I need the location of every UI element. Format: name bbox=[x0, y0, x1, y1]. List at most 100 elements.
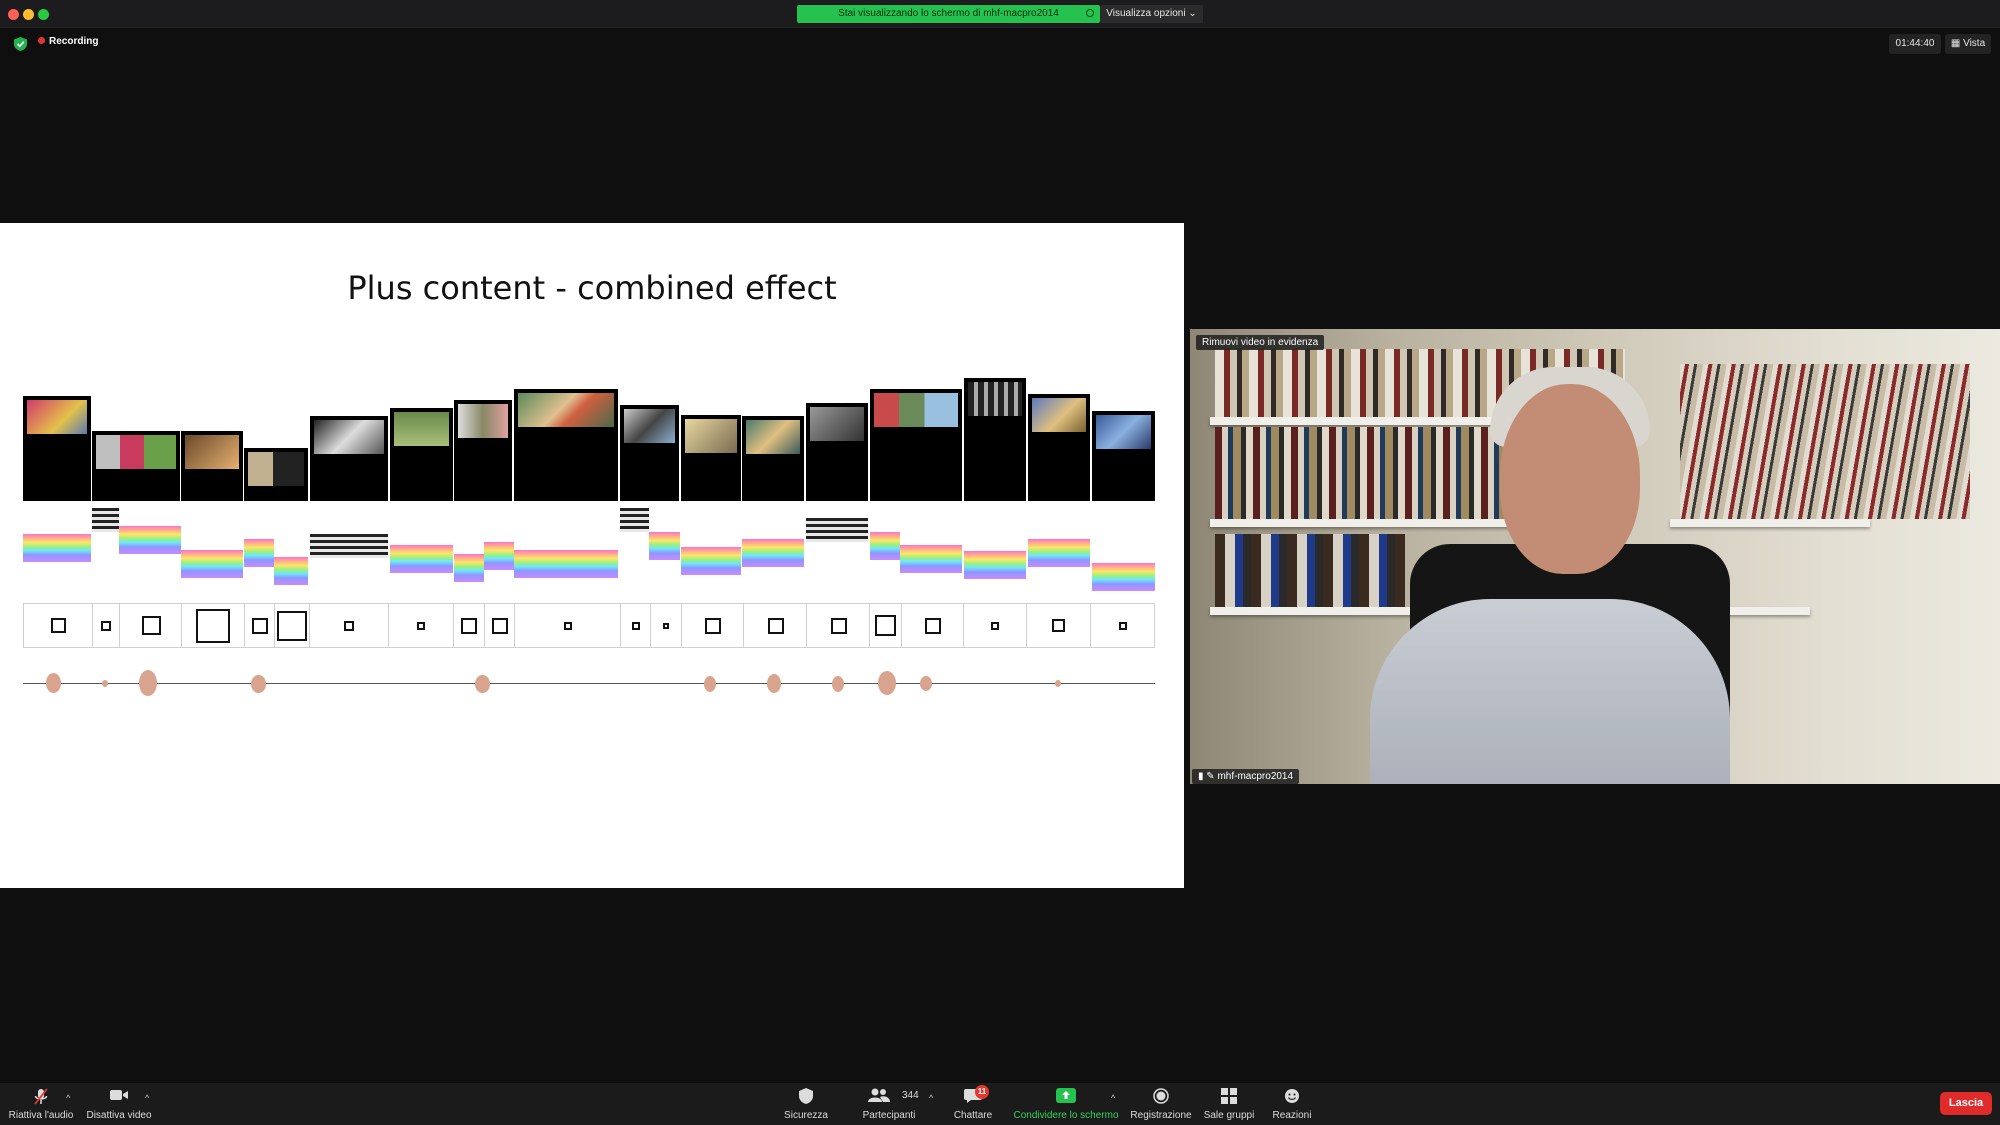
square-cell bbox=[182, 604, 245, 647]
color-step bbox=[454, 554, 484, 582]
film-frame bbox=[1092, 411, 1155, 501]
square-cell bbox=[651, 604, 682, 647]
unmute-button[interactable]: Riattiva l'audio bbox=[4, 1083, 78, 1125]
close-window-icon[interactable] bbox=[8, 9, 19, 20]
participants-options-chevron-icon[interactable]: ^ bbox=[929, 1093, 933, 1103]
slide-title: Plus content - combined effect bbox=[347, 269, 837, 307]
film-frame bbox=[1028, 394, 1090, 501]
square-cell bbox=[902, 604, 964, 647]
share-screen-label: Condividere lo schermo bbox=[1013, 1110, 1119, 1121]
film-frame bbox=[806, 403, 868, 501]
color-step bbox=[390, 545, 453, 573]
film-frame bbox=[390, 408, 453, 501]
square-cell bbox=[870, 604, 902, 647]
encryption-shield-icon[interactable] bbox=[14, 37, 27, 51]
breakout-rooms-label: Sale gruppi bbox=[1203, 1110, 1255, 1121]
minimize-window-icon[interactable] bbox=[23, 9, 34, 20]
books-right bbox=[1680, 364, 1970, 519]
square-cell bbox=[964, 604, 1027, 647]
film-frame bbox=[620, 405, 679, 501]
color-step bbox=[964, 551, 1026, 579]
meeting-toolbar: Riattiva l'audio ^ Disattiva video ^ Sic… bbox=[0, 1083, 2000, 1125]
breakout-rooms-button[interactable]: Sale gruppi bbox=[1202, 1083, 1256, 1125]
film-frame bbox=[514, 389, 618, 501]
timeline-line bbox=[23, 683, 1155, 684]
color-step bbox=[1092, 563, 1155, 591]
square-cell bbox=[454, 604, 485, 647]
film-frame bbox=[964, 378, 1026, 501]
recording-indicator[interactable]: Recording bbox=[38, 36, 98, 47]
participants-label: Partecipanti bbox=[862, 1110, 916, 1121]
participant-name: mhf-macpro2014 bbox=[1217, 771, 1294, 782]
grey-step bbox=[620, 508, 649, 532]
pin-icon: ✎ bbox=[1206, 771, 1215, 782]
unmute-label: Riattiva l'audio bbox=[8, 1110, 74, 1121]
breakout-rooms-icon bbox=[1221, 1088, 1237, 1104]
color-step bbox=[514, 550, 618, 578]
squares-row bbox=[23, 603, 1155, 648]
leave-meeting-button[interactable]: Lascia bbox=[1940, 1092, 1992, 1115]
ellipse-marker bbox=[251, 675, 266, 693]
color-step bbox=[244, 539, 274, 567]
screen-share-banner: Stai visualizzando lo schermo di mhf-mac… bbox=[797, 5, 1100, 23]
participants-button[interactable]: 344 Partecipanti bbox=[856, 1083, 922, 1125]
square-cell bbox=[485, 604, 515, 647]
stop-video-button[interactable]: Disattiva video bbox=[82, 1083, 156, 1125]
chat-button[interactable]: 11 Chattare bbox=[948, 1083, 998, 1125]
share-screen-button[interactable]: Condividere lo schermo bbox=[1010, 1083, 1122, 1125]
shared-screen-slide: Plus content - combined effect bbox=[0, 223, 1184, 888]
stop-video-label: Disattiva video bbox=[86, 1110, 152, 1121]
share-options-chevron-icon[interactable]: ^ bbox=[1111, 1093, 1115, 1103]
film-frame bbox=[181, 431, 243, 501]
participant-name-tag: ▮ ✎ mhf-macpro2014 bbox=[1192, 769, 1300, 784]
speaker-shirt bbox=[1370, 599, 1730, 784]
grey-step bbox=[310, 534, 388, 558]
square-cell bbox=[621, 604, 651, 647]
film-frame bbox=[92, 431, 180, 501]
smiley-reaction-icon bbox=[1285, 1089, 1299, 1103]
color-step bbox=[742, 539, 804, 567]
audio-options-chevron-icon[interactable]: ^ bbox=[66, 1093, 70, 1103]
chat-label: Chattare bbox=[953, 1110, 993, 1121]
ellipse-marker bbox=[704, 676, 716, 692]
color-step bbox=[870, 532, 900, 560]
ellipse-marker bbox=[46, 673, 61, 693]
security-button[interactable]: Sicurezza bbox=[778, 1083, 834, 1125]
square-cell bbox=[389, 604, 454, 647]
view-options-button[interactable]: Visualizza opzioni ⌄ bbox=[1100, 5, 1203, 23]
share-screen-icon bbox=[1056, 1088, 1076, 1103]
share-status-icon bbox=[1086, 9, 1094, 17]
video-camera-icon bbox=[110, 1090, 128, 1100]
ellipse-marker bbox=[475, 675, 490, 693]
color-step bbox=[181, 550, 243, 578]
video-options-chevron-icon[interactable]: ^ bbox=[145, 1093, 149, 1103]
participants-icon bbox=[868, 1088, 890, 1102]
film-frame bbox=[681, 415, 741, 501]
record-button[interactable]: Registrazione bbox=[1128, 1083, 1194, 1125]
square-cell bbox=[807, 604, 870, 647]
record-label: Registrazione bbox=[1130, 1110, 1192, 1121]
ellipse-marker bbox=[1055, 680, 1061, 687]
film-frame bbox=[742, 416, 804, 501]
square-cell bbox=[93, 604, 120, 647]
maximize-window-icon[interactable] bbox=[38, 9, 49, 20]
color-step bbox=[681, 547, 741, 575]
film-frame bbox=[23, 396, 91, 501]
remove-spotlight-button[interactable]: Rimuovi video in evidenza bbox=[1196, 335, 1325, 350]
square-cell bbox=[310, 604, 389, 647]
square-cell bbox=[245, 604, 275, 647]
view-button[interactable]: ▦ Vista bbox=[1945, 34, 1991, 54]
security-label: Sicurezza bbox=[784, 1110, 828, 1121]
window-titlebar: Stai visualizzando lo schermo di mhf-mac… bbox=[0, 0, 2000, 28]
reactions-button[interactable]: Reazioni bbox=[1266, 1083, 1318, 1125]
security-shield-icon bbox=[799, 1088, 813, 1104]
bookshelf bbox=[1670, 519, 1870, 527]
signal-bars-icon: ▮ bbox=[1198, 771, 1204, 782]
participants-count: 344 bbox=[902, 1090, 919, 1101]
record-icon bbox=[1153, 1088, 1169, 1104]
speaker-face bbox=[1500, 384, 1640, 574]
color-step bbox=[1028, 539, 1090, 567]
square-cell bbox=[24, 604, 93, 647]
ellipse-marker bbox=[767, 674, 781, 693]
speaker-video-tile[interactable]: Rimuovi video in evidenza ▮ ✎ mhf-macpro… bbox=[1190, 329, 2000, 784]
